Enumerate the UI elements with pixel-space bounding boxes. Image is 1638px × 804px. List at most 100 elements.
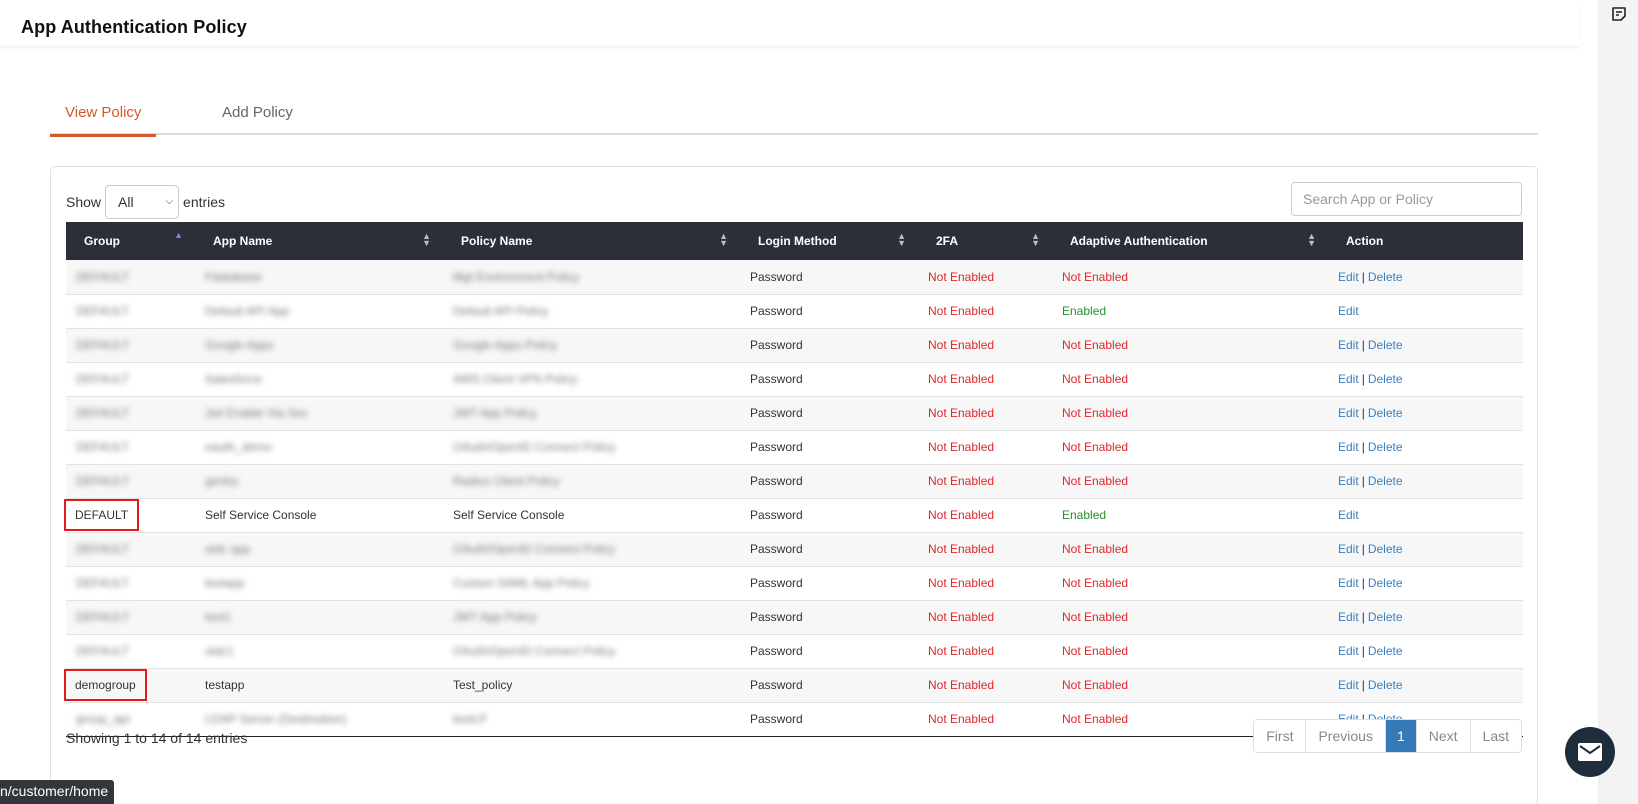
cell-login-method-text: Password [750, 338, 803, 352]
sort-asc-icon[interactable]: ▲ [174, 231, 183, 240]
sort-icon[interactable]: ▲ ▼ [1307, 232, 1316, 248]
sort-icon[interactable]: ▲ ▼ [1031, 232, 1040, 248]
sort-icon[interactable]: ▲ ▼ [897, 232, 906, 248]
tab-view-policy[interactable]: View Policy [50, 104, 157, 137]
cell-adaptive-auth: Not Enabled [1052, 668, 1328, 702]
column-header-policy-name[interactable]: Policy Name ▲ ▼ [443, 222, 740, 260]
cell-login-method: Password [740, 498, 918, 532]
page-button-previous[interactable]: Previous [1306, 720, 1386, 752]
delete-link[interactable]: Delete [1368, 406, 1403, 420]
action-separator: | [1361, 576, 1365, 590]
column-header-label: Policy Name [461, 234, 533, 248]
cell-adaptive-auth-text: Not Enabled [1062, 338, 1129, 352]
cell-app-name: gentry [195, 464, 443, 498]
cell-adaptive-auth-text: Not Enabled [1062, 440, 1129, 454]
column-header-label: Adaptive Authentication [1070, 234, 1208, 248]
edit-link[interactable]: Edit [1338, 610, 1359, 624]
delete-link[interactable]: Delete [1368, 270, 1403, 284]
sort-icon[interactable]: ▲ ▼ [422, 232, 431, 248]
delete-link[interactable]: Delete [1368, 338, 1403, 352]
cell-2fa: Not Enabled [918, 532, 1052, 566]
edit-link[interactable]: Edit [1338, 678, 1359, 692]
cell-adaptive-auth: Not Enabled [1052, 634, 1328, 668]
cell-policy-name-text: JWT App Policy [453, 406, 537, 420]
cell-policy-name-text: testLP [453, 712, 488, 726]
cell-policy-name-text: AWS Client VPN Policy [453, 372, 578, 386]
edit-link[interactable]: Edit [1338, 372, 1359, 386]
cell-adaptive-auth: Enabled [1052, 294, 1328, 328]
cell-login-method: Password [740, 396, 918, 430]
cell-2fa-text: Not Enabled [928, 576, 995, 590]
edit-link[interactable]: Edit [1338, 406, 1359, 420]
edit-link[interactable]: Edit [1338, 338, 1359, 352]
action-separator: | [1361, 338, 1365, 352]
edit-link[interactable]: Edit [1338, 542, 1359, 556]
cell-2fa-text: Not Enabled [928, 440, 995, 454]
delete-link[interactable]: Delete [1368, 678, 1403, 692]
page-button-last[interactable]: Last [1470, 720, 1521, 752]
note-icon[interactable] [1611, 6, 1627, 22]
column-header-label: 2FA [936, 234, 959, 248]
column-header-group[interactable]: Group ▲ [66, 222, 195, 260]
cell-2fa-text: Not Enabled [928, 508, 995, 522]
cell-group: DEFAULT [66, 566, 195, 600]
chat-button[interactable] [1565, 727, 1615, 777]
right-rail [1598, 0, 1638, 804]
cell-login-method: Password [740, 464, 918, 498]
page-button-1[interactable]: 1 [1385, 720, 1417, 752]
delete-link[interactable]: Delete [1368, 474, 1403, 488]
mail-icon [1578, 743, 1602, 761]
cell-2fa: Not Enabled [918, 566, 1052, 600]
cell-policy-name: JWT App Policy [443, 396, 740, 430]
search-input[interactable] [1291, 182, 1522, 216]
column-header-2fa[interactable]: 2FA ▲ ▼ [918, 222, 1052, 260]
cell-app-name-text: test1 [205, 610, 232, 624]
edit-link[interactable]: Edit [1338, 440, 1359, 454]
page-length-select[interactable]: All [105, 185, 180, 219]
edit-link[interactable]: Edit [1338, 304, 1359, 318]
edit-link[interactable]: Edit [1338, 474, 1359, 488]
entries-label: entries [183, 194, 226, 210]
edit-link[interactable]: Edit [1338, 270, 1359, 284]
status-bar-url: n/customer/home [0, 780, 115, 804]
delete-link[interactable]: Delete [1368, 440, 1403, 454]
cell-adaptive-auth-text: Enabled [1062, 508, 1107, 522]
delete-link[interactable]: Delete [1368, 610, 1403, 624]
column-header-login-method[interactable]: Login Method ▲ ▼ [740, 222, 918, 260]
cell-login-method: Password [740, 532, 918, 566]
edit-link[interactable]: Edit [1338, 576, 1359, 590]
sort-icon[interactable]: ▲ ▼ [719, 232, 728, 248]
action-separator: | [1361, 474, 1365, 488]
delete-link[interactable]: Delete [1368, 644, 1403, 658]
cell-policy-name: OAuth/OpenID Connect Policy [443, 634, 740, 668]
column-header-adaptive-authentication[interactable]: Adaptive Authentication ▲ ▼ [1052, 222, 1328, 260]
table-info: Showing 1 to 14 of 14 entries [66, 730, 248, 746]
delete-link[interactable]: Delete [1368, 372, 1403, 386]
cell-adaptive-auth: Not Enabled [1052, 362, 1328, 396]
column-header-app-name[interactable]: App Name ▲ ▼ [195, 222, 443, 260]
cell-adaptive-auth-text: Not Enabled [1062, 269, 1129, 284]
delete-link[interactable]: Delete [1368, 576, 1403, 590]
cell-adaptive-auth: Not Enabled [1052, 566, 1328, 600]
table-row: DEFAULT oauth_demo OAuth/OpenID Connect Po… [66, 430, 1523, 464]
page-button-next[interactable]: Next [1416, 720, 1471, 752]
cell-app-name: Google Apps [195, 328, 443, 362]
cell-group: DEFAULT [66, 294, 195, 328]
tab-add-policy[interactable]: Add Policy [207, 104, 308, 135]
cell-group: DEFAULT [66, 600, 195, 634]
cell-group-text: DEFAULT [76, 304, 130, 318]
delete-link[interactable]: Delete [1368, 542, 1403, 556]
action-separator: | [1361, 406, 1365, 420]
page-button-first[interactable]: First [1254, 720, 1307, 752]
edit-link[interactable]: Edit [1338, 508, 1359, 522]
cell-login-method-text: Password [750, 576, 803, 590]
column-header-label: Action [1346, 234, 1384, 248]
cell-login-method: Password [740, 668, 918, 702]
cell-adaptive-auth-text: Not Enabled [1062, 610, 1129, 624]
cell-group-text: DEFAULT [76, 338, 130, 352]
cell-login-method-text: Password [750, 372, 803, 386]
edit-link[interactable]: Edit [1338, 644, 1359, 658]
cell-login-method: Password [740, 294, 918, 328]
cell-app-name: Self Service Console [195, 498, 443, 532]
cell-login-method: Password [740, 702, 918, 736]
